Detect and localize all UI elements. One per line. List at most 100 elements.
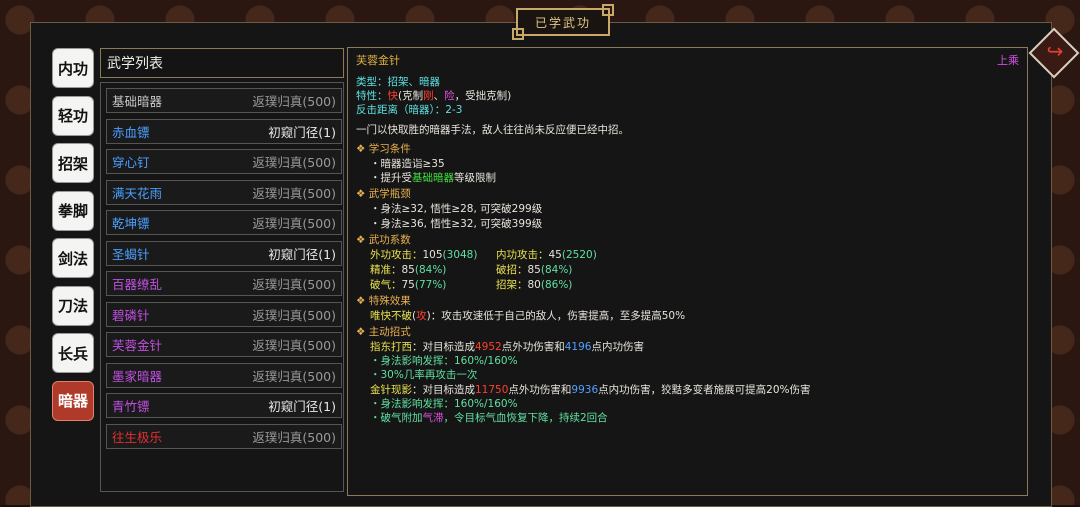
- tab-changbing[interactable]: 长兵: [52, 333, 94, 373]
- active-moves-title: 主动招式: [356, 324, 411, 339]
- skill-list: 基础暗器 返璞归真(500) 赤血镖 初窥门径(1) 穿心钉 返璞归真(500) 满天…: [100, 82, 344, 492]
- tab-zhaojia[interactable]: 招架: [52, 143, 94, 183]
- learn-conditions-title: 学习条件: [356, 141, 411, 156]
- tab-anqi[interactable]: 暗器: [52, 380, 94, 421]
- range-value: 2-3: [445, 104, 463, 116]
- special-tag: 攻: [416, 310, 427, 322]
- move-text: 点内功伤害: [591, 341, 644, 353]
- skill-name: 圣蝎针: [112, 246, 150, 262]
- stat-extra: (84%): [414, 264, 447, 276]
- stat-break-move: 破招：85(84%): [496, 262, 572, 277]
- move-text: 点外功伤害和: [508, 384, 572, 396]
- tab-neigong[interactable]: 内功: [52, 48, 94, 88]
- trait-label: 特性：: [356, 90, 388, 102]
- move-damage-inner: 9936: [571, 384, 599, 396]
- skill-row[interactable]: 满天花雨 返璞归真(500): [106, 179, 342, 205]
- stat-label: 内功攻击：: [496, 249, 549, 261]
- coefficient-title: 武功系数: [356, 232, 411, 247]
- move-2-line: 金针现影：对目标造成11750点外功伤害和9936点内功伤害，狡黠多变者施展可提…: [370, 382, 810, 397]
- move-text: ：对目标造成: [412, 384, 475, 396]
- skill-rank: 返璞归真(500): [252, 277, 336, 292]
- stat-extra: (2520): [561, 249, 597, 261]
- bottleneck-title: 武学瓶颈: [356, 186, 411, 201]
- stat-extra: (86%): [540, 279, 573, 291]
- skill-row[interactable]: 百器缭乱 返璞归真(500): [106, 271, 342, 296]
- move-damage-inner: 4196: [564, 341, 592, 353]
- trait-fast: 快: [387, 90, 399, 102]
- skill-name: 青竹镖: [112, 399, 150, 414]
- skill-row[interactable]: 基础暗器 返璞归真(500): [106, 88, 342, 113]
- skill-detail-panel: 芙蓉金针 上乘 类型：招架、暗器 特性：快(克制刚、险，受拙克制) 反击距离（暗…: [347, 47, 1028, 496]
- skill-row[interactable]: 乾坤镖 返璞归真(500): [106, 210, 342, 235]
- special-effect-line: 唯快不破(攻)：攻击攻速低于自己的敌人，伤害提高，至多提高50%: [370, 308, 685, 323]
- skill-name: 穿心钉: [112, 155, 150, 170]
- trait-sep: 、: [433, 90, 445, 102]
- bottleneck-1: ・身法≥32, 悟性≥28, 可突破299级: [370, 203, 543, 215]
- skill-rank: 返璞归真(500): [252, 155, 336, 170]
- stat-label: 精准：: [370, 264, 402, 276]
- tab-qinggong[interactable]: 轻功: [52, 95, 94, 136]
- stat-value: 80: [527, 279, 541, 291]
- stat-label: 外功攻击：: [370, 249, 423, 261]
- move-damage-outer: 11750: [475, 384, 509, 396]
- learn-2a: ・提升受: [370, 172, 412, 184]
- stat-label: 招架：: [496, 279, 528, 291]
- tab-jianfa[interactable]: 剑法: [52, 238, 94, 278]
- move-2-name: 金针现影: [370, 384, 412, 396]
- move-1-line: 指东打西：对目标造成4952点外功伤害和4196点内功伤害: [370, 339, 644, 354]
- skill-rank: 初窥门径(1): [268, 246, 336, 262]
- skill-tier-badge: 上乘: [997, 54, 1019, 67]
- move-1-sub-1: ・身法影响发挥：160%/160%: [370, 355, 518, 367]
- skill-list-header: 武学列表: [100, 48, 344, 78]
- move-text: ・破气附加: [370, 412, 423, 424]
- type-label: 类型：: [356, 76, 388, 88]
- skill-rank: 返璞归真(500): [252, 216, 336, 231]
- move-2-sub-2: ・破气附加气滞，令目标气血恢复下降，持续2回合: [370, 410, 608, 425]
- stat-extra: (84%): [540, 264, 573, 276]
- bottleneck-2: ・身法≥36, 悟性≥32, 可突破399级: [370, 218, 543, 230]
- skill-rank: 初窥门径(1): [268, 124, 336, 140]
- skill-row[interactable]: 青竹镖 初窥门径(1): [106, 393, 342, 418]
- skill-rank: 返璞归真(500): [252, 338, 336, 353]
- stat-label: 破气：: [370, 279, 402, 291]
- move-text: ，令目标气血恢复下降，持续2回合: [443, 412, 608, 424]
- learn-2b: 基础暗器: [412, 172, 454, 184]
- tab-daofa[interactable]: 刀法: [52, 285, 94, 326]
- stat-label: 破招：: [496, 264, 528, 276]
- skill-name: 满天花雨: [112, 185, 163, 201]
- skill-row[interactable]: 碧磷针 返璞归真(500): [106, 301, 342, 327]
- skill-name: 百器缭乱: [112, 277, 163, 292]
- range-line: 反击距离（暗器）：2-3: [356, 102, 462, 117]
- skill-description: 一门以快取胜的暗器手法，敌人往往尚未反应便已经中招。: [356, 124, 629, 136]
- skill-row[interactable]: 圣蝎针 初窥门径(1): [106, 240, 342, 266]
- move-1-name: 指东打西: [370, 341, 412, 353]
- skill-rank: 返璞归真(500): [252, 429, 336, 445]
- skill-row[interactable]: 墨家暗器 返璞归真(500): [106, 362, 342, 388]
- stat-extra: (3048): [442, 249, 478, 261]
- type-value: 招架、暗器: [387, 76, 441, 88]
- learn-condition-2: ・提升受基础暗器等级限制: [370, 170, 496, 185]
- skill-row[interactable]: 芙蓉金针 返璞归真(500): [106, 332, 342, 357]
- trait-xian: 险: [444, 90, 455, 102]
- skill-rank: 返璞归真(500): [252, 185, 336, 201]
- skill-name: 往生极乐: [112, 429, 163, 445]
- move-1-sub-2: ・30%几率再攻击一次: [370, 369, 478, 381]
- move-text: 点内功伤害，狡黠多变者施展可提高20%伤害: [598, 384, 811, 396]
- trait-line: 特性：快(克制刚、险，受拙克制): [356, 88, 511, 103]
- stat-value: 45: [548, 249, 562, 261]
- move-text: 点外功伤害和: [501, 341, 565, 353]
- trait-gang: 刚: [423, 90, 434, 102]
- return-arrow-icon[interactable]: ↪: [1044, 40, 1066, 62]
- stat-inner-attack: 内功攻击：45(2520): [496, 247, 597, 262]
- skill-row[interactable]: 穿心钉 返璞归真(500): [106, 149, 342, 174]
- special-effect-title: 特殊效果: [356, 293, 411, 308]
- category-tabs: 内功 轻功 招架 拳脚 剑法 刀法 长兵 暗器: [52, 48, 96, 428]
- skill-name: 芙蓉金针: [112, 338, 163, 353]
- skill-name: 基础暗器: [112, 94, 163, 109]
- skill-row[interactable]: 赤血镖 初窥门径(1): [106, 118, 342, 144]
- tab-quanjiao[interactable]: 拳脚: [52, 190, 94, 231]
- stat-precision: 精准：85(84%): [370, 262, 446, 277]
- page-title: 已学武功: [512, 4, 614, 40]
- skill-row[interactable]: 往生极乐 返璞归真(500): [106, 423, 342, 449]
- skill-name: 赤血镖: [112, 124, 150, 140]
